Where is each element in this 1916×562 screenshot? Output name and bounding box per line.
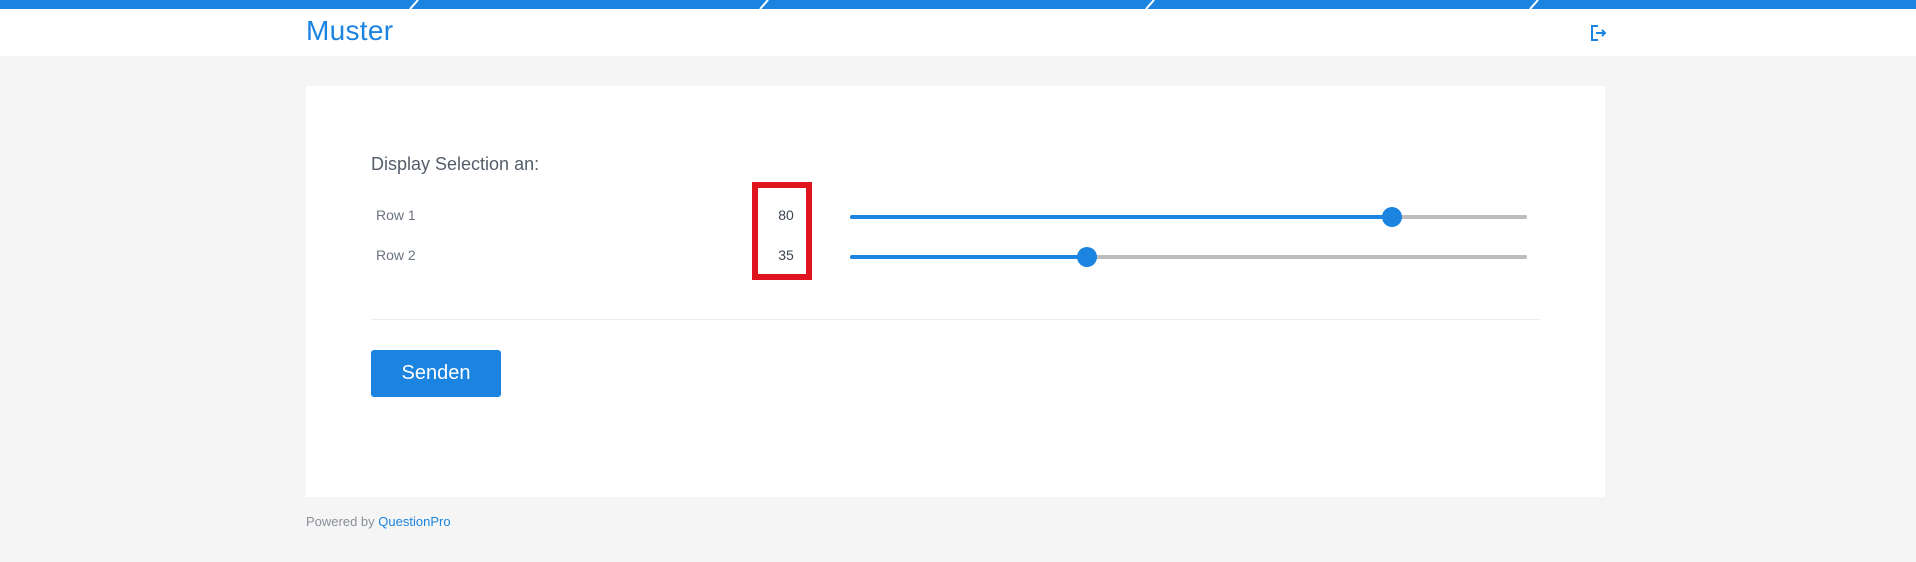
- footer: Powered by QuestionPro: [306, 514, 451, 529]
- slider-row-2: Row 2 35: [306, 241, 1605, 271]
- questionpro-link[interactable]: QuestionPro: [378, 514, 450, 529]
- slider-thumb[interactable]: [1076, 247, 1097, 267]
- divider: [371, 319, 1540, 320]
- survey-title: Muster: [306, 15, 394, 46]
- slider-track[interactable]: [850, 207, 1527, 227]
- powered-by-text: Powered by: [306, 514, 375, 529]
- page-header: Muster: [0, 9, 1916, 56]
- slider-fill: [850, 215, 1392, 219]
- slider-row-1: Row 1 80: [306, 201, 1605, 231]
- submit-button[interactable]: Senden: [371, 350, 501, 397]
- slider-fill: [850, 255, 1087, 259]
- slider-thumb[interactable]: [1381, 207, 1402, 227]
- logout-icon[interactable]: [1588, 23, 1608, 43]
- row-value-display: 35: [778, 247, 794, 263]
- row-value-display: 80: [778, 207, 794, 223]
- question-card: Display Selection an: Row 1 80 Row 2 35 …: [306, 86, 1605, 497]
- row-label: Row 1: [376, 207, 416, 223]
- top-accent-stripe: [0, 0, 1916, 9]
- row-label: Row 2: [376, 247, 416, 263]
- slider-track[interactable]: [850, 247, 1527, 267]
- question-title: Display Selection an:: [371, 154, 540, 174]
- stripe-dividers: [409, 0, 1539, 9]
